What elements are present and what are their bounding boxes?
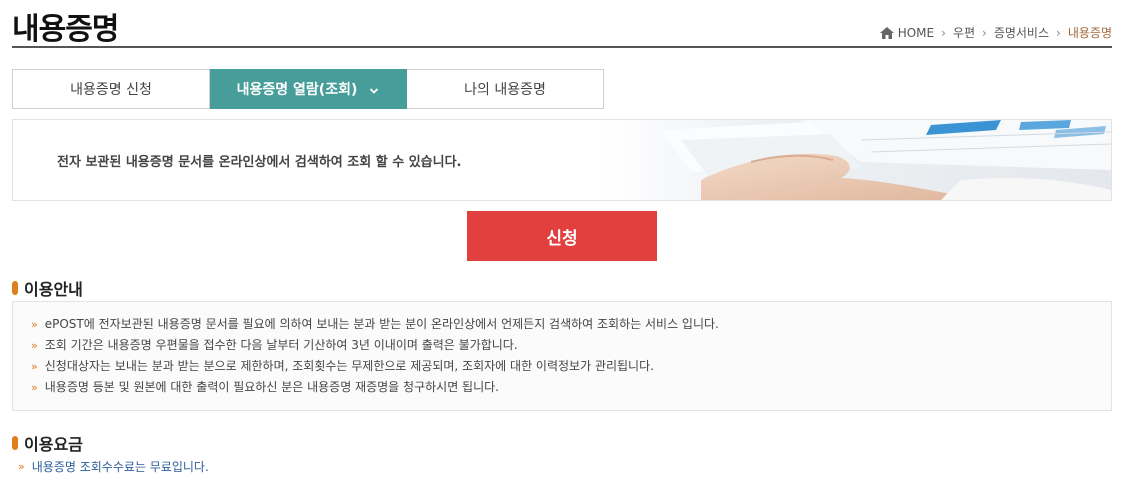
banner-text: 전자 보관된 내용증명 문서를 온라인상에서 검색하여 조회 할 수 있습니다. (57, 155, 462, 170)
chevron-right-icon: » (31, 339, 38, 352)
section-bullet-icon (12, 436, 18, 450)
chevron-right-icon: » (31, 381, 38, 394)
tab-bar: 내용증명 신청 내용증명 열람(조회) 나의 내용증명 (12, 69, 604, 109)
chevron-down-icon (369, 84, 379, 94)
title-divider (12, 46, 1112, 48)
chevron-right-icon: › (941, 25, 946, 40)
banner-hand-document-image (601, 120, 1111, 200)
list-item: » ePOST에 전자보관된 내용증명 문서를 필요에 의하여 보내는 분과 받는… (31, 314, 1093, 335)
section-bullet-icon (12, 281, 18, 295)
usage-info-text: 조회 기간은 내용증명 우편물을 접수한 다음 날부터 기산하여 3년 이내이며… (44, 338, 518, 352)
tab-view-inquiry[interactable]: 내용증명 열람(조회) (210, 69, 407, 109)
breadcrumb-item-certification[interactable]: 증명서비스 (994, 24, 1049, 41)
tab-my-certification[interactable]: 나의 내용증명 (407, 69, 604, 109)
tab-label: 내용증명 열람(조회) (236, 82, 358, 98)
tab-label: 나의 내용증명 (464, 82, 546, 98)
usage-info-title: 이용안내 (24, 280, 83, 299)
chevron-right-icon: » (31, 360, 38, 373)
usage-info-text: 내용증명 등본 및 원본에 대한 출력이 필요하신 분은 내용증명 재증명을 청… (44, 380, 499, 394)
usage-fee-text: 내용증명 조회수수료는 무료입니다. (31, 460, 209, 474)
chevron-right-icon: » (31, 318, 38, 331)
usage-fee-line: » 내용증명 조회수수료는 무료입니다. (18, 458, 209, 475)
apply-button[interactable]: 신청 (467, 211, 657, 261)
breadcrumb-home[interactable]: HOME (898, 26, 934, 40)
usage-fee-title: 이용요금 (24, 435, 83, 454)
breadcrumb: HOME › 우편 › 증명서비스 › 내용증명 (879, 24, 1112, 41)
chevron-right-icon: › (982, 25, 987, 40)
usage-fee-heading: 이용요금 (12, 431, 83, 455)
usage-info-list: » ePOST에 전자보관된 내용증명 문서를 필요에 의하여 보내는 분과 받는… (12, 301, 1112, 411)
list-item: » 내용증명 등본 및 원본에 대한 출력이 필요하신 분은 내용증명 재증명을 … (31, 377, 1093, 398)
usage-info-text: ePOST에 전자보관된 내용증명 문서를 필요에 의하여 보내는 분과 받는 … (44, 317, 719, 331)
breadcrumb-current: 내용증명 (1067, 26, 1112, 40)
tab-label: 내용증명 신청 (70, 82, 152, 98)
usage-info-text: 신청대상자는 보내는 분과 받는 분으로 제한하며, 조회횟수는 무제한으로 제… (44, 359, 654, 373)
chevron-right-icon: » (18, 460, 25, 473)
page-title: 내용증명 (12, 12, 119, 47)
chevron-right-icon: › (1056, 25, 1061, 40)
home-icon[interactable] (879, 26, 894, 39)
tab-apply[interactable]: 내용증명 신청 (12, 69, 210, 109)
info-banner: 전자 보관된 내용증명 문서를 온라인상에서 검색하여 조회 할 수 있습니다. (12, 119, 1112, 201)
list-item: » 조회 기간은 내용증명 우편물을 접수한 다음 날부터 기산하여 3년 이내이… (31, 335, 1093, 356)
list-item: » 신청대상자는 보내는 분과 받는 분으로 제한하며, 조회횟수는 무제한으로 … (31, 356, 1093, 377)
usage-info-heading: 이용안내 (12, 276, 83, 300)
breadcrumb-item-post[interactable]: 우편 (953, 24, 975, 41)
